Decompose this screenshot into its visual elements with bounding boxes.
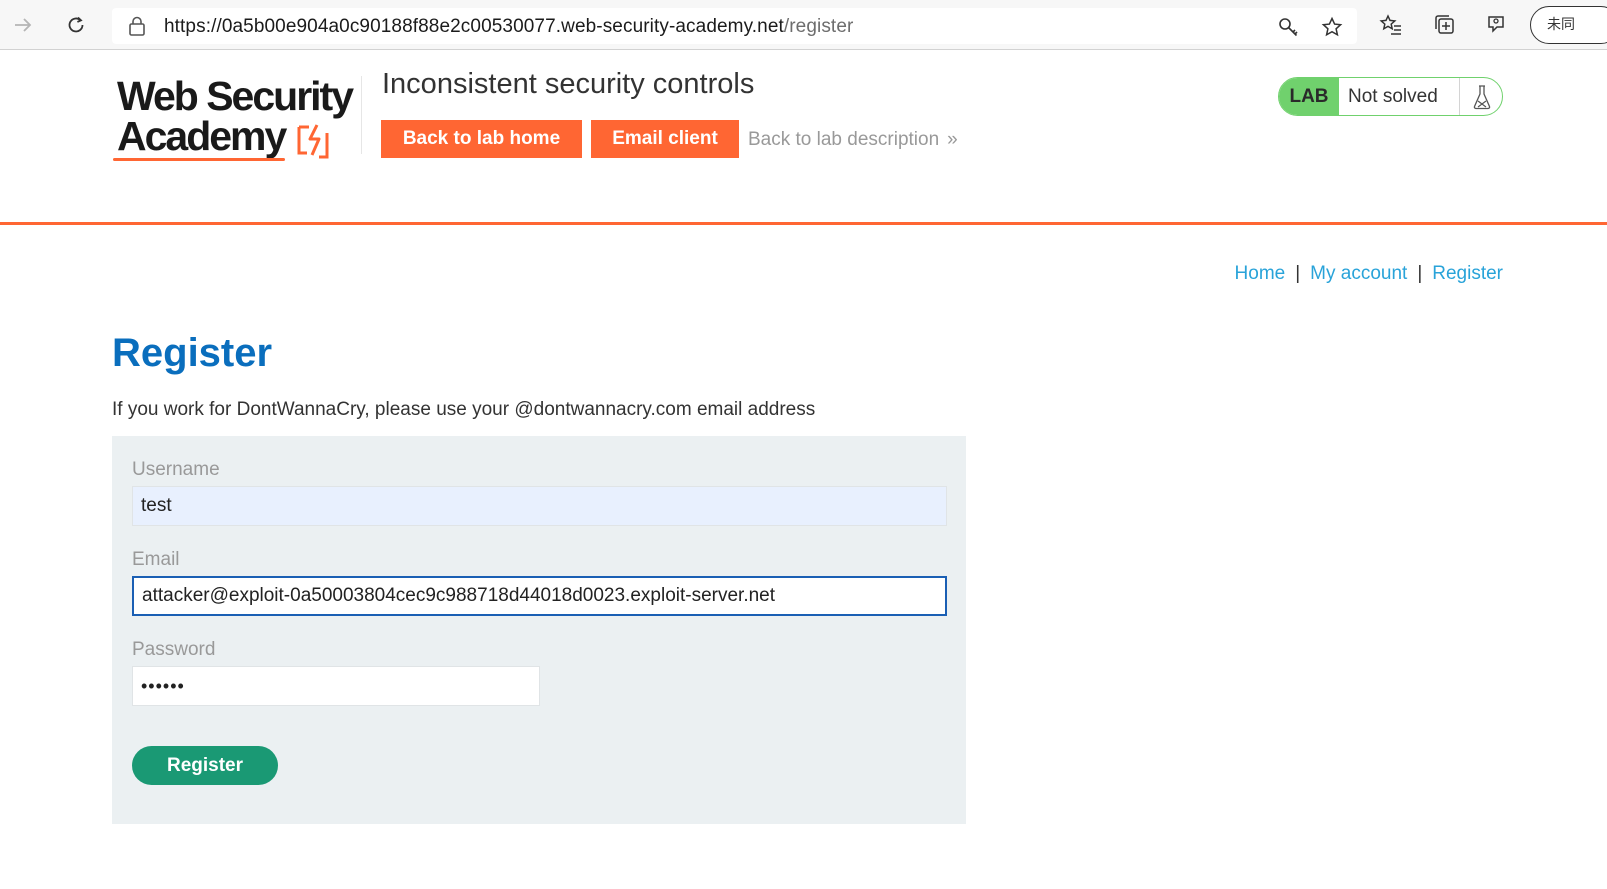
lock-icon — [128, 16, 146, 41]
favorites-icon[interactable] — [1376, 10, 1406, 40]
nav-separator: | — [1295, 263, 1301, 284]
profile-label: 未同 — [1547, 16, 1575, 32]
password-label: Password — [132, 639, 216, 660]
lightning-bolt-icon — [297, 124, 329, 159]
key-icon[interactable] — [1276, 15, 1300, 39]
back-to-lab-description-label: Back to lab description — [748, 129, 940, 150]
nav-separator: | — [1417, 263, 1423, 284]
email-label: Email — [132, 549, 180, 570]
header-rule — [0, 222, 1607, 225]
lab-status-widget: LAB Not solved — [1278, 77, 1503, 116]
collections-icon[interactable] — [1430, 10, 1460, 40]
nav-register-link[interactable]: Register — [1432, 263, 1503, 284]
lab-status-text: Not solved — [1348, 86, 1438, 107]
address-bar[interactable]: https://0a5b00e904a0c90188f88e2c00530077… — [112, 8, 1357, 44]
logo-line-2: Academy — [117, 113, 287, 159]
url-path: /register — [783, 16, 854, 37]
url-base: https://0a5b00e904a0c90188f88e2c00530077… — [164, 16, 784, 37]
star-icon[interactable] — [1320, 15, 1344, 39]
refresh-icon — [68, 16, 84, 33]
register-intro-text: If you work for DontWannaCry, please use… — [112, 399, 816, 420]
forward-button[interactable] — [6, 8, 40, 42]
register-button[interactable]: Register — [132, 746, 278, 785]
profile-button[interactable]: 未同 — [1530, 6, 1607, 44]
arrow-right-icon — [15, 18, 32, 32]
refresh-button[interactable] — [59, 8, 93, 42]
double-chevron-right-icon: » — [947, 129, 957, 150]
lab-title: Inconsistent security controls — [382, 68, 755, 100]
password-input[interactable]: •••••• — [132, 666, 540, 706]
top-navigation: Home | My account | Register — [1235, 263, 1503, 285]
logo-underline — [113, 158, 285, 161]
header-divider — [361, 76, 362, 154]
logo-line-1: Web Security — [117, 73, 354, 119]
back-to-lab-home-button[interactable]: Back to lab home — [381, 120, 582, 158]
nav-my-account-link[interactable]: My account — [1310, 263, 1407, 284]
feedback-icon[interactable] — [1482, 10, 1512, 40]
email-input[interactable]: attacker@exploit-0a50003804cec9c988718d4… — [132, 576, 947, 616]
url-text: https://0a5b00e904a0c90188f88e2c00530077… — [164, 16, 853, 38]
web-security-academy-logo[interactable]: Web Security Academy — [113, 76, 363, 166]
back-to-lab-description-link[interactable]: Back to lab description » — [748, 129, 957, 151]
username-input[interactable]: test — [132, 486, 947, 526]
nav-home-link[interactable]: Home — [1235, 263, 1286, 284]
browser-toolbar: https://0a5b00e904a0c90188f88e2c00530077… — [0, 0, 1607, 50]
page-title: Register — [112, 331, 273, 375]
lab-badge: LAB — [1279, 78, 1339, 115]
email-client-button[interactable]: Email client — [591, 120, 739, 158]
username-label: Username — [132, 459, 220, 480]
flask-icon — [1459, 78, 1502, 115]
